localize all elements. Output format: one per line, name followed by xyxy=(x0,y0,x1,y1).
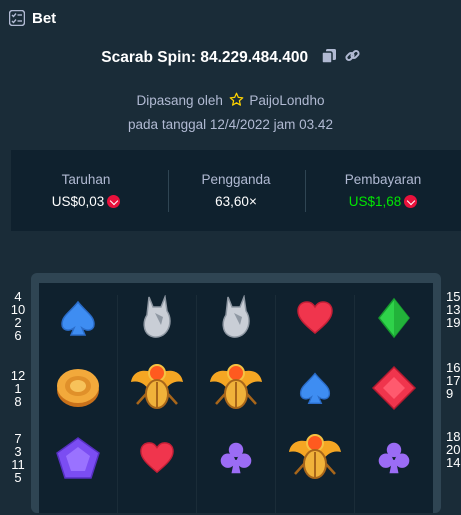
payline-number: 14 xyxy=(446,455,461,470)
green-diamond-icon xyxy=(359,283,429,353)
modal-header: Bet xyxy=(0,0,461,36)
bet-stats-panel: Taruhan US$0,03 Pengganda 63,60× Pembaya… xyxy=(11,150,461,231)
club-icon xyxy=(201,423,271,493)
payout-label: Pembayaran xyxy=(344,172,422,187)
spade-icon xyxy=(43,283,113,353)
copy-icon[interactable] xyxy=(321,48,337,68)
club-icon xyxy=(359,423,429,493)
placed-by-user[interactable]: PaijoLondho xyxy=(249,93,324,108)
wager-value: US$0,03 xyxy=(51,194,105,209)
payline-numbers-right-middle: 16 17 9 xyxy=(446,361,461,400)
slot-reels xyxy=(39,283,433,515)
spade-icon xyxy=(280,353,350,423)
wolf-icon xyxy=(201,283,271,353)
slot-board xyxy=(31,273,441,515)
reel-divider xyxy=(275,295,276,515)
payline-numbers-left-bottom: 7 3 11 5 xyxy=(8,432,28,484)
payline-number: 6 xyxy=(14,328,22,343)
scarab-icon xyxy=(280,423,350,493)
scarab-icon xyxy=(122,353,192,423)
link-icon[interactable] xyxy=(345,48,360,68)
multiplier-value: 63,60× xyxy=(215,194,257,209)
payline-number: 5 xyxy=(14,470,22,485)
bet-date: pada tanggal 12/4/2022 jam 03.42 xyxy=(128,117,333,132)
multiplier-stat: Pengganda 63,60× xyxy=(161,150,311,231)
payline-numbers-left-top: 4 10 2 6 xyxy=(8,290,28,342)
bet-list-icon xyxy=(9,10,25,26)
pentagon-gem-icon xyxy=(43,423,113,493)
placed-by: Dipasang oleh PaijoLondho xyxy=(0,92,461,108)
reel-divider xyxy=(196,295,197,515)
payline-numbers-right-bottom: 18 20 14 xyxy=(446,430,461,469)
multiplier-label: Pengganda xyxy=(201,172,271,187)
payline-number: 8 xyxy=(14,394,22,409)
placed-by-prefix: Dipasang oleh xyxy=(136,93,223,108)
star-icon xyxy=(229,92,243,106)
payout-stat: Pembayaran US$1,68 xyxy=(308,150,458,231)
coin-icon xyxy=(43,353,113,423)
wager-label: Taruhan xyxy=(61,172,111,187)
heart-icon xyxy=(280,283,350,353)
spin-title-row: Scarab Spin: 84.229.484.400 xyxy=(0,48,461,68)
payout-value: US$1,68 xyxy=(348,194,402,209)
scarab-icon xyxy=(201,353,271,423)
payline-numbers-right-top: 15 13 19 xyxy=(446,290,461,329)
payline-numbers-left-middle: 12 1 8 xyxy=(8,369,28,408)
tron-coin-icon xyxy=(404,195,418,208)
heart-icon xyxy=(122,423,192,493)
wager-stat: Taruhan US$0,03 xyxy=(11,150,161,231)
payline-number: 9 xyxy=(446,386,454,401)
tron-coin-icon xyxy=(107,195,121,208)
modal-title: Bet xyxy=(32,10,57,27)
reel-divider xyxy=(354,295,355,515)
ruby-icon xyxy=(359,353,429,423)
spin-title: Scarab Spin: 84.229.484.400 xyxy=(101,49,309,67)
payline-number: 19 xyxy=(446,315,461,330)
wolf-icon xyxy=(122,283,192,353)
stat-divider xyxy=(305,170,306,212)
reel-divider xyxy=(117,295,118,515)
